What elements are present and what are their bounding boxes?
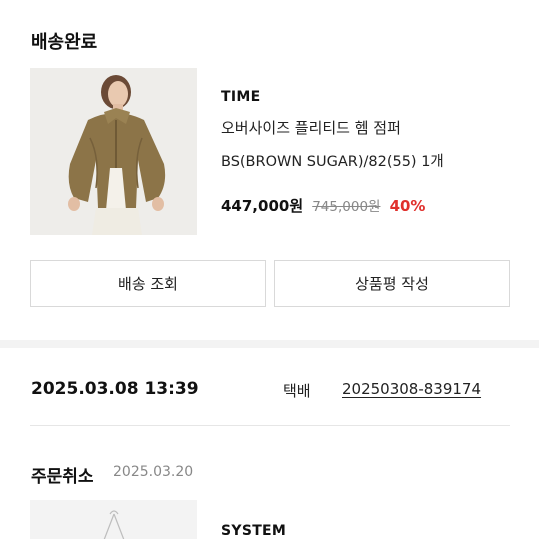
product-option: BS(BROWN SUGAR)/82(55) 1개 xyxy=(221,154,444,170)
price-row: 447,000원 745,000원 40% xyxy=(221,195,425,216)
courier-label: 택배 xyxy=(283,382,311,400)
product-brand-2[interactable]: SYSTEM xyxy=(221,523,286,539)
divider-line xyxy=(30,425,510,426)
original-price: 745,000원 xyxy=(312,199,381,215)
product-image-2[interactable] xyxy=(30,500,197,539)
product-image[interactable] xyxy=(30,68,197,235)
order-status-title: 배송완료 xyxy=(31,32,98,53)
sale-price: 447,000원 xyxy=(221,197,304,215)
section-divider xyxy=(0,340,539,348)
cancel-date: 2025.03.20 xyxy=(113,464,194,480)
model-jacket-photo xyxy=(30,68,197,235)
product-name[interactable]: 오버사이즈 플리티드 헴 점퍼 xyxy=(221,117,401,138)
write-review-button[interactable]: 상품평 작성 xyxy=(274,260,510,307)
shipment-datetime: 2025.03.08 13:39 xyxy=(31,379,199,399)
product-brand[interactable]: TIME xyxy=(221,89,260,105)
hanger-product-photo xyxy=(30,500,197,539)
tracking-number-link[interactable]: 20250308-839174 xyxy=(342,380,481,398)
discount-rate: 40% xyxy=(389,197,426,215)
order-status-cancelled: 주문취소 xyxy=(31,467,94,487)
track-delivery-button[interactable]: 배송 조회 xyxy=(30,260,266,307)
